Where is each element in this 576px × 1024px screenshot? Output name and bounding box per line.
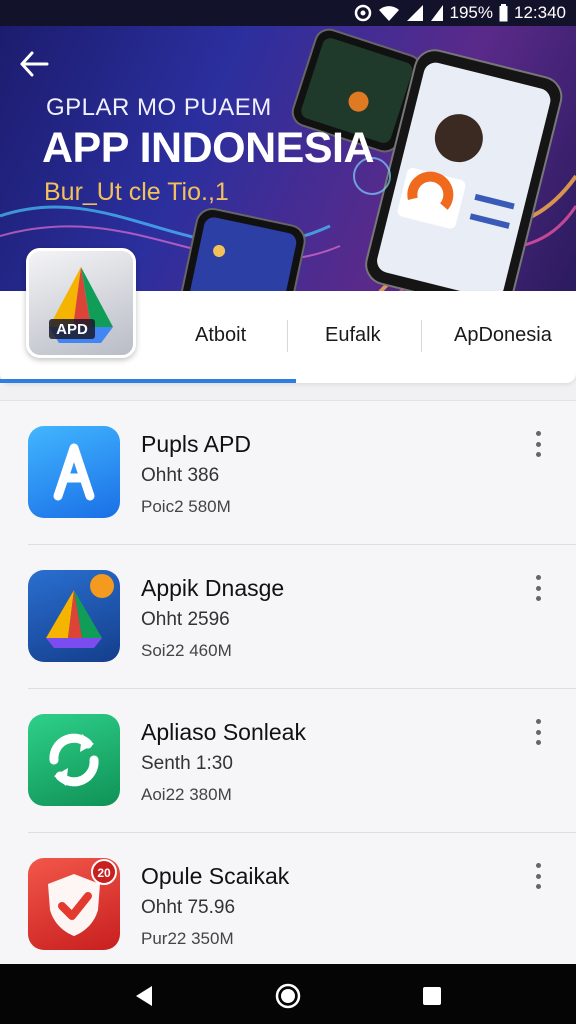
- app-rating: Ohht 386: [141, 465, 220, 486]
- triangle-back-icon: [136, 986, 152, 1006]
- hero-title: APP INDONESIA: [42, 124, 375, 172]
- tab-divider: [287, 320, 288, 352]
- overflow-menu-icon[interactable]: [528, 719, 548, 745]
- list-item[interactable]: Apliaso Sonleak Senth 1:30 Aoi22 380M: [0, 689, 576, 833]
- refresh-icon: [28, 714, 120, 806]
- square-recents-icon: [423, 987, 441, 1005]
- app-logo: APD: [26, 248, 136, 358]
- list-item[interactable]: Pupls APD Ohht 386 Poic2 580M: [0, 401, 576, 545]
- back-button[interactable]: [14, 46, 54, 82]
- a-letter-icon: [28, 426, 120, 518]
- app-size: Pur22 350M: [141, 929, 234, 948]
- app-title: Apliaso Sonleak: [141, 719, 306, 745]
- list-item[interactable]: 20 Opule Scaikak Ohht 75.96 Pur22 350M: [0, 833, 576, 977]
- active-tab-indicator: [0, 379, 296, 383]
- app-size: Soi22 460M: [141, 641, 232, 660]
- clock: 12:340: [514, 3, 566, 22]
- app-logo-text: APD: [56, 321, 88, 338]
- navigation-bar: [0, 964, 576, 1024]
- overflow-menu-icon[interactable]: [528, 575, 548, 601]
- app-rating: Ohht 2596: [141, 609, 230, 630]
- app-rating: Senth 1:30: [141, 753, 233, 774]
- app-title: Appik Dnasge: [141, 575, 285, 601]
- signal-icon-2: [430, 4, 444, 22]
- nav-recents-button[interactable]: [418, 982, 446, 1010]
- list-item[interactable]: Appik Dnasge Ohht 2596 Soi22 460M: [0, 545, 576, 689]
- back-arrow-icon: [20, 51, 49, 77]
- nav-home-button[interactable]: [274, 982, 302, 1010]
- app-title: Pupls APD: [141, 431, 251, 457]
- app-size: Poic2 580M: [141, 497, 231, 516]
- tab-atboit[interactable]: Atboit: [195, 324, 246, 347]
- app-size: Aoi22 380M: [141, 785, 232, 804]
- tab-eufalk[interactable]: Eufalk: [325, 324, 381, 347]
- overflow-menu-icon[interactable]: [528, 863, 548, 889]
- status-bar: 195% 12:340: [0, 0, 576, 26]
- overflow-menu-icon[interactable]: [528, 431, 548, 457]
- wifi-icon: [378, 4, 400, 22]
- circle-home-icon: [275, 983, 301, 1009]
- app-title: Opule Scaikak: [141, 863, 290, 889]
- battery-percent: 195%: [449, 3, 493, 22]
- nav-back-button[interactable]: [130, 982, 158, 1010]
- tab-divider: [421, 320, 422, 352]
- hero-subtitle: Bur_Ut cle Tio.,1: [44, 178, 229, 206]
- app-badge: 20: [97, 866, 111, 880]
- signal-icon: [406, 4, 424, 22]
- app-logo-icon: APD: [49, 267, 113, 343]
- app-rating: Ohht 75.96: [141, 897, 236, 918]
- hero-kicker: GPLAR MO PUAEM: [46, 94, 272, 121]
- tab-apdonesia[interactable]: ApDonesia: [454, 324, 552, 347]
- triangle-logo-icon: [28, 570, 120, 662]
- sync-icon: [354, 4, 372, 22]
- battery-icon: [499, 4, 508, 22]
- app-list: Pupls APD Ohht 386 Poic2 580M Appik Dnas…: [0, 400, 576, 964]
- shield-check-icon: 20: [28, 858, 120, 950]
